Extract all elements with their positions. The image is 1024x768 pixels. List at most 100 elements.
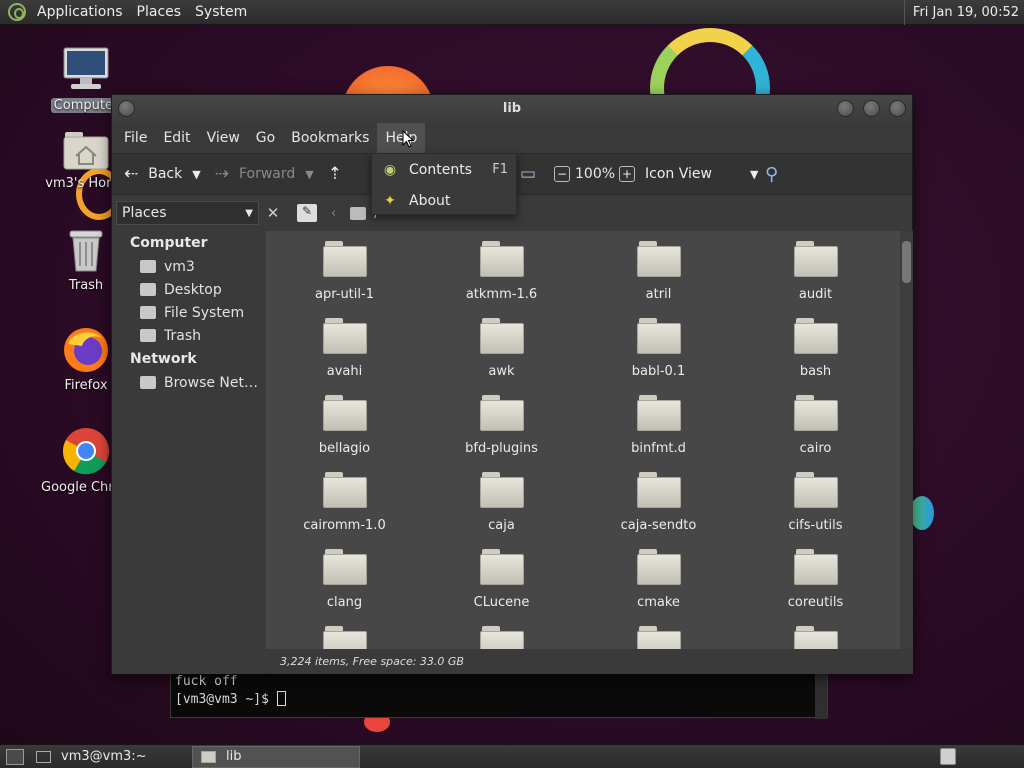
maximize-button[interactable] (863, 100, 880, 117)
folder-item[interactable]: audit (737, 241, 894, 302)
menu-go[interactable]: Go (248, 123, 283, 153)
taskbar-item-terminal[interactable]: vm3@vm3:~ (28, 746, 188, 768)
folder-item[interactable]: bfd-plugins (423, 395, 580, 456)
vertical-scrollbar[interactable] (900, 231, 913, 649)
folder-item[interactable] (580, 626, 737, 649)
window-titlebar[interactable]: lib (112, 95, 912, 123)
chevron-down-icon: ▼ (245, 207, 253, 219)
taskbar-item-lib[interactable]: lib (192, 745, 360, 768)
sidebar-item-vm3[interactable]: vm3 (112, 255, 265, 278)
minimize-button[interactable] (837, 100, 854, 117)
menubar: File Edit View Go Bookmarks Help (112, 123, 912, 153)
window-title: lib (502, 101, 522, 116)
menu-file[interactable]: File (116, 123, 155, 153)
bottom-panel: vm3@vm3:~ lib (0, 744, 1024, 768)
folder-label: binfmt.d (631, 441, 686, 456)
sidebar-item-file-system[interactable]: File System (112, 301, 265, 324)
help-menu-item-about[interactable]: ✦ About (372, 185, 516, 216)
folder-item[interactable]: CLucene (423, 549, 580, 610)
folder-item[interactable]: clang (266, 549, 423, 610)
zoom-out-button[interactable]: − (550, 157, 574, 191)
scrollbar-thumb[interactable] (902, 241, 911, 283)
folder-label: coreutils (787, 595, 844, 610)
close-sidebar-icon[interactable]: ✕ (263, 204, 283, 222)
icon-view[interactable]: apr-util-1 atkmm-1.6 atril audit avahi awk bab… (266, 231, 913, 649)
applications-menu[interactable]: Applications (30, 0, 130, 25)
computer-button[interactable]: ▭ (516, 157, 550, 191)
folder-item[interactable]: cairomm-1.0 (266, 472, 423, 533)
folder-item[interactable]: caja-sendto (580, 472, 737, 533)
folder-item[interactable]: bash (737, 318, 894, 379)
sidebar-heading-network: Network (130, 351, 197, 367)
folder-icon (322, 472, 367, 508)
workspace-switcher-icon[interactable] (940, 748, 956, 765)
up-button[interactable]: ⇡ (324, 157, 356, 191)
mouse-pointer-icon (402, 130, 414, 148)
back-history-dropdown-icon[interactable]: ▼ (192, 168, 200, 181)
view-mode-select[interactable]: Icon View ▼ (641, 157, 762, 191)
folder-item[interactable] (737, 626, 894, 649)
folder-icon (636, 241, 681, 277)
folder-icon (201, 750, 216, 763)
menu-item-label: About (409, 192, 451, 209)
about-star-icon: ✦ (384, 192, 396, 209)
places-menu[interactable]: Places (130, 0, 189, 25)
forward-history-dropdown-icon[interactable]: ▼ (305, 168, 313, 181)
terminal-prompt-line[interactable]: [vm3@vm3 ~]$ (175, 691, 823, 709)
folder-item[interactable]: coreutils (737, 549, 894, 610)
taskbar-item-label: vm3@vm3:~ (61, 749, 147, 764)
show-desktop-icon[interactable] (6, 748, 24, 765)
folder-item[interactable]: caja (423, 472, 580, 533)
sidebar-item-label: Trash (164, 327, 201, 344)
forward-button[interactable]: ⇢ Forward ▼ (211, 157, 324, 191)
folder-item[interactable]: cmake (580, 549, 737, 610)
search-button[interactable]: ⚲ (761, 157, 782, 191)
menu-view[interactable]: View (199, 123, 248, 153)
path-left-arrow-icon[interactable]: ‹ (331, 206, 336, 221)
system-menu[interactable]: System (188, 0, 254, 25)
folder-item[interactable] (423, 626, 580, 649)
sidebar-item-label: vm3 (164, 258, 195, 275)
folder-item[interactable]: awk (423, 318, 580, 379)
folder-label: atril (645, 287, 672, 302)
help-menu-item-contents[interactable]: ◉ Contents F1 (372, 154, 516, 185)
folder-label: cmake (637, 595, 680, 610)
folder-item[interactable] (266, 626, 423, 649)
folder-item[interactable]: binfmt.d (580, 395, 737, 456)
folder-item[interactable]: atril (580, 241, 737, 302)
computer-icon: ▭ (520, 164, 537, 184)
folder-item[interactable]: atkmm-1.6 (423, 241, 580, 302)
sidebar-item-browse-network[interactable]: Browse Net… (112, 371, 265, 394)
path-root-drive-icon[interactable] (350, 206, 367, 220)
menu-edit[interactable]: Edit (155, 123, 198, 153)
folder-item[interactable]: babl-0.1 (580, 318, 737, 379)
menu-bookmarks[interactable]: Bookmarks (283, 123, 377, 153)
folder-label: babl-0.1 (631, 364, 686, 379)
folder-item[interactable]: apr-util-1 (266, 241, 423, 302)
folder-icon (479, 395, 524, 431)
sidebar-item-label: File System (164, 304, 245, 321)
zoom-in-button[interactable]: + (615, 157, 639, 191)
places-sidebar: Computer vm3 Desktop File System Trash N… (112, 231, 265, 674)
close-button[interactable] (889, 100, 906, 117)
mate-logo-icon[interactable] (8, 3, 26, 21)
clock[interactable]: Fri Jan 19, 00:52 (903, 0, 1024, 25)
desktop-icon (140, 283, 156, 296)
folder-label: bash (799, 364, 832, 379)
back-button[interactable]: ⇠ Back ▼ (120, 157, 211, 191)
folder-icon (636, 472, 681, 508)
folder-item[interactable]: avahi (266, 318, 423, 379)
computer-icon (63, 47, 109, 89)
zoom-in-icon: + (619, 166, 636, 182)
desktop-icon-label: Firefox (64, 378, 108, 393)
places-selector[interactable]: Places ▼ (116, 201, 259, 225)
folder-item[interactable]: cairo (737, 395, 894, 456)
folder-item[interactable]: bellagio (266, 395, 423, 456)
sidebar-item-trash[interactable]: Trash (112, 324, 265, 347)
sidebar-item-desktop[interactable]: Desktop (112, 278, 265, 301)
drive-icon (140, 306, 156, 319)
edit-location-icon[interactable]: ✎ (297, 204, 317, 222)
folder-item[interactable]: cifs-utils (737, 472, 894, 533)
view-mode-value: Icon View (645, 166, 712, 182)
window-menu-button[interactable] (118, 100, 135, 117)
